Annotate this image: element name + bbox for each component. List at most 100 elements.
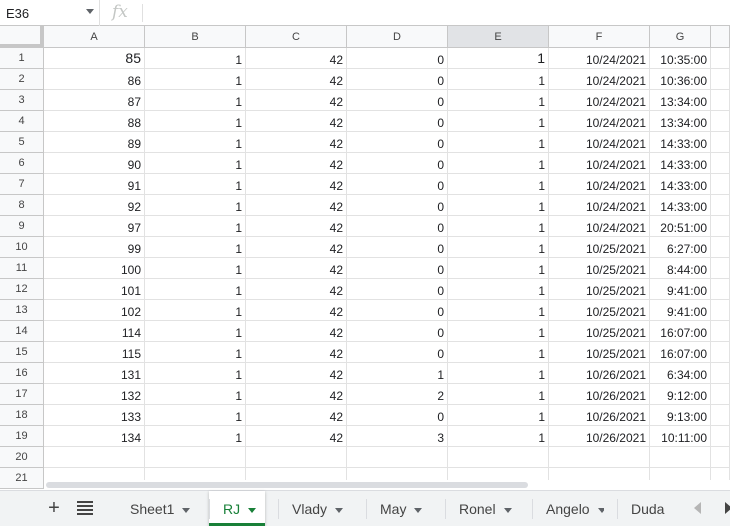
- cell-partial-column[interactable]: [711, 48, 730, 69]
- cell-c5[interactable]: 42: [246, 132, 347, 153]
- cell-a20[interactable]: [44, 447, 145, 468]
- cell-c20[interactable]: [246, 447, 347, 468]
- row-header-2[interactable]: 2: [0, 69, 44, 90]
- cell-g11[interactable]: 8:44:00: [650, 258, 711, 279]
- cell-c6[interactable]: 42: [246, 153, 347, 174]
- cell-a18[interactable]: 133: [44, 405, 145, 426]
- name-box-dropdown-icon[interactable]: [86, 9, 94, 14]
- cell-b14[interactable]: 1: [145, 321, 246, 342]
- cell-a15[interactable]: 115: [44, 342, 145, 363]
- cell-b11[interactable]: 1: [145, 258, 246, 279]
- cell-d8[interactable]: 0: [347, 195, 448, 216]
- cell-c16[interactable]: 42: [246, 363, 347, 384]
- tab-menu-dropdown-icon[interactable]: [414, 507, 423, 513]
- cell-e14[interactable]: 1: [448, 321, 549, 342]
- cell-e10[interactable]: 1: [448, 237, 549, 258]
- cell-g13[interactable]: 9:41:00: [650, 300, 711, 321]
- column-header-g[interactable]: G: [650, 26, 711, 48]
- row-header-3[interactable]: 3: [0, 90, 44, 111]
- cell-g18[interactable]: 9:13:00: [650, 405, 711, 426]
- cell-g5[interactable]: 14:33:00: [650, 132, 711, 153]
- cell-b3[interactable]: 1: [145, 90, 246, 111]
- cell-a2[interactable]: 86: [44, 69, 145, 90]
- cell-g17[interactable]: 9:12:00: [650, 384, 711, 405]
- cell-a19[interactable]: 134: [44, 426, 145, 447]
- cell-partial-column[interactable]: [711, 258, 730, 279]
- add-sheet-button[interactable]: +: [44, 498, 64, 519]
- row-header-19[interactable]: 19: [0, 426, 44, 447]
- cell-f20[interactable]: [549, 447, 650, 468]
- cell-c2[interactable]: 42: [246, 69, 347, 90]
- cell-f15[interactable]: 10/25/2021: [549, 342, 650, 363]
- cell-e18[interactable]: 1: [448, 405, 549, 426]
- cell-b4[interactable]: 1: [145, 111, 246, 132]
- column-header-d[interactable]: D: [347, 26, 448, 48]
- column-header-e[interactable]: E: [448, 26, 549, 48]
- cell-partial-column[interactable]: [711, 69, 730, 90]
- row-header-21[interactable]: 21: [0, 468, 44, 489]
- row-header-10[interactable]: 10: [0, 237, 44, 258]
- cell-partial-column[interactable]: [711, 363, 730, 384]
- cell-d6[interactable]: 0: [347, 153, 448, 174]
- column-header-a[interactable]: A: [44, 26, 145, 48]
- row-header-7[interactable]: 7: [0, 174, 44, 195]
- cell-partial-column[interactable]: [711, 300, 730, 321]
- cell-f11[interactable]: 10/25/2021: [549, 258, 650, 279]
- cell-a12[interactable]: 101: [44, 279, 145, 300]
- cell-d20[interactable]: [347, 447, 448, 468]
- cell-c9[interactable]: 42: [246, 216, 347, 237]
- cell-d14[interactable]: 0: [347, 321, 448, 342]
- cell-d3[interactable]: 0: [347, 90, 448, 111]
- select-all-corner[interactable]: [0, 26, 44, 48]
- cell-c7[interactable]: 42: [246, 174, 347, 195]
- cell-c12[interactable]: 42: [246, 279, 347, 300]
- cell-c19[interactable]: 42: [246, 426, 347, 447]
- cell-d4[interactable]: 0: [347, 111, 448, 132]
- cell-g20[interactable]: [650, 447, 711, 468]
- cell-f8[interactable]: 10/24/2021: [549, 195, 650, 216]
- cell-c18[interactable]: 42: [246, 405, 347, 426]
- cell-b9[interactable]: 1: [145, 216, 246, 237]
- row-header-9[interactable]: 9: [0, 216, 44, 237]
- cell-e5[interactable]: 1: [448, 132, 549, 153]
- cell-d7[interactable]: 0: [347, 174, 448, 195]
- tab-menu-dropdown-icon[interactable]: [248, 507, 257, 513]
- cell-g9[interactable]: 20:51:00: [650, 216, 711, 237]
- cell-b1[interactable]: 1: [145, 48, 246, 69]
- cell-d10[interactable]: 0: [347, 237, 448, 258]
- cell-a9[interactable]: 97: [44, 216, 145, 237]
- cell-f13[interactable]: 10/25/2021: [549, 300, 650, 321]
- cell-a10[interactable]: 99: [44, 237, 145, 258]
- cell-b16[interactable]: 1: [145, 363, 246, 384]
- cell-e4[interactable]: 1: [448, 111, 549, 132]
- scroll-tabs-right-icon[interactable]: [725, 502, 730, 514]
- cell-b15[interactable]: 1: [145, 342, 246, 363]
- row-header-6[interactable]: 6: [0, 153, 44, 174]
- cell-c1[interactable]: 42: [246, 48, 347, 69]
- cell-partial-column[interactable]: [711, 237, 730, 258]
- cell-a13[interactable]: 102: [44, 300, 145, 321]
- row-header-8[interactable]: 8: [0, 195, 44, 216]
- column-header-c[interactable]: C: [246, 26, 347, 48]
- cell-e16[interactable]: 1: [448, 363, 549, 384]
- cell-b18[interactable]: 1: [145, 405, 246, 426]
- row-header-18[interactable]: 18: [0, 405, 44, 426]
- cell-a17[interactable]: 132: [44, 384, 145, 405]
- sheet-tab-may[interactable]: May: [366, 491, 432, 526]
- cell-e20[interactable]: [448, 447, 549, 468]
- cell-g19[interactable]: 10:11:00: [650, 426, 711, 447]
- all-sheets-menu-icon[interactable]: [77, 501, 93, 515]
- cell-c11[interactable]: 42: [246, 258, 347, 279]
- cell-partial-column[interactable]: [711, 405, 730, 426]
- cell-d18[interactable]: 0: [347, 405, 448, 426]
- cell-g16[interactable]: 6:34:00: [650, 363, 711, 384]
- cell-c10[interactable]: 42: [246, 237, 347, 258]
- column-header-b[interactable]: B: [145, 26, 246, 48]
- name-box[interactable]: E36: [0, 0, 100, 26]
- row-header-4[interactable]: 4: [0, 111, 44, 132]
- cell-e1[interactable]: 1: [448, 48, 549, 69]
- cell-g4[interactable]: 13:34:00: [650, 111, 711, 132]
- cell-e2[interactable]: 1: [448, 69, 549, 90]
- cell-partial-column[interactable]: [711, 90, 730, 111]
- cell-partial-column[interactable]: [711, 426, 730, 447]
